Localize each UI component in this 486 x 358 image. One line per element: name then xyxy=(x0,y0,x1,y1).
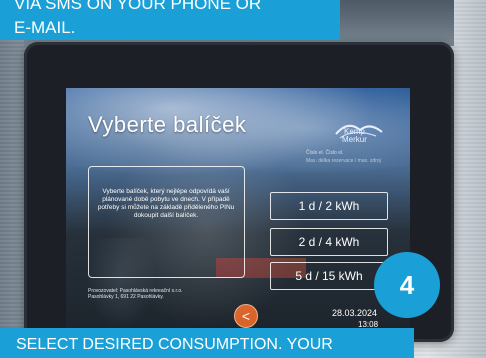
info-text: Vyberte balíček, který nejlépe odpovídá … xyxy=(97,188,235,219)
photo-scene: Vyberte balíček Kemp Merkur Číslo el. Čí… xyxy=(0,0,486,358)
logo-text-line2: Merkur xyxy=(342,135,367,144)
step-number-badge: 4 xyxy=(374,252,440,318)
package-button-1d[interactable]: 1 d / 2 kWh xyxy=(270,192,388,220)
back-button[interactable]: < xyxy=(234,304,258,328)
date-display: 28.03.2024 xyxy=(332,308,378,318)
banner-top-line2: E-MAIL. xyxy=(14,18,76,37)
package-button-5d[interactable]: 5 d / 15 kWh xyxy=(270,262,388,290)
instruction-banner-bottom: SELECT DESIRED CONSUMPTION. YOUR xyxy=(0,328,414,358)
page-title: Vyberte balíček xyxy=(88,112,247,137)
package-button-2d[interactable]: 2 d / 4 kWh xyxy=(270,228,388,256)
kiosk-screen: Vyberte balíček Kemp Merkur Číslo el. Čí… xyxy=(66,88,410,330)
provider-info: Provozovatel: Pasohlávská rekreační s.r.… xyxy=(88,288,183,300)
reservation-limit-label: Max. délka rezervace / max. zdroj xyxy=(306,158,381,164)
column-header: Číslo el. Číslo el. xyxy=(306,150,344,156)
logo-text: Kemp Merkur xyxy=(342,128,367,144)
chevron-left-icon: < xyxy=(241,308,251,324)
banner-bottom-text: SELECT DESIRED CONSUMPTION. YOUR xyxy=(16,336,333,353)
info-box xyxy=(88,166,245,278)
banner-top-line1: VIA SMS ON YOUR PHONE OR xyxy=(14,0,262,13)
instruction-banner-top: VIA SMS ON YOUR PHONE OR E-MAIL. xyxy=(0,0,340,40)
